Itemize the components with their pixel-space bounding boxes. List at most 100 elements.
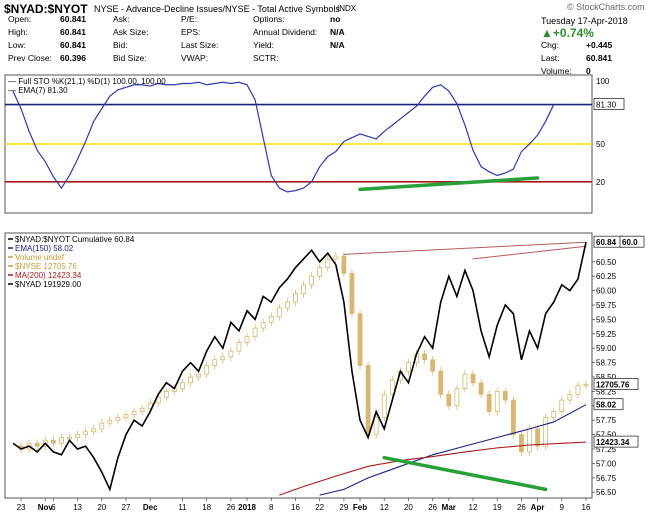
price-tag-label: 12423.34	[596, 438, 630, 447]
y-tick-label: 81.30	[596, 101, 617, 110]
candle-body	[551, 411, 557, 418]
price-tag-label: 60.84	[596, 238, 617, 247]
main-legend-entry: $NYAD:$NYOT Cumulative 60.84	[15, 235, 135, 244]
x-tick-label: 18	[202, 503, 211, 512]
y-tick-label: 58.75	[596, 359, 617, 368]
x-tick-label: 16	[582, 503, 591, 512]
candle-body	[301, 284, 306, 294]
candle-body	[438, 370, 444, 395]
candle-body	[260, 321, 266, 329]
candle-body	[50, 439, 56, 444]
x-tick-label: 12	[469, 503, 478, 512]
main-legend-entry: EMA(150) 58.02	[15, 244, 74, 253]
x-axis: 23 Nov6 13 20 27 Dec 11 18 26 2018 8 16 22 29 Feb 12 20 2…	[17, 498, 591, 512]
candle-body	[220, 356, 226, 361]
x-tick-label: 26	[428, 503, 437, 512]
candle-body	[276, 307, 282, 317]
candle-body	[34, 442, 40, 447]
candle-body	[446, 393, 452, 407]
candle-body	[357, 313, 363, 366]
y-tick-label: 100	[596, 77, 610, 86]
price-tag-label: 12705.76	[596, 381, 630, 390]
candle-body	[268, 316, 274, 323]
candle-body	[567, 393, 573, 401]
x-tick-label: 22	[315, 503, 324, 512]
candle-body	[309, 275, 315, 286]
candle-body	[188, 376, 193, 384]
x-tick-label: 12	[380, 503, 389, 512]
candle-body	[228, 350, 234, 358]
candle-body	[131, 411, 137, 415]
candle-body	[244, 336, 250, 343]
candle-body	[583, 384, 589, 387]
x-tick-label: Mar	[442, 503, 456, 512]
y-tick-label: 60.25	[596, 272, 617, 281]
candle-body	[284, 301, 290, 309]
x-tick-label: 20	[97, 503, 106, 512]
candle-body	[317, 267, 323, 277]
candle-body	[204, 365, 210, 375]
x-tick-label: Feb	[353, 503, 367, 512]
chart-canvas: 20 50 81.30 100 — Full STO %K(21,1) %D(1) 10…	[4, 74, 645, 512]
stochastic-panel: 20 50 81.30 100 — Full STO %K(21,1) %D(1) 10…	[4, 74, 625, 214]
y-tick-label: 60.00	[596, 287, 617, 296]
x-tick-label: 9	[560, 503, 565, 512]
main-legend-entry: MA(200) 12423.34	[15, 271, 82, 280]
candle-body	[196, 373, 202, 378]
candle-body	[341, 255, 347, 274]
y-tick-label: 59.00	[596, 344, 617, 353]
candle-body	[430, 359, 436, 372]
x-tick-label: 13	[73, 503, 82, 512]
candle-body	[535, 428, 540, 447]
candle-body	[381, 393, 387, 418]
candle-body	[575, 385, 581, 395]
x-tick-label: 16	[291, 503, 300, 512]
candle-body	[180, 382, 185, 389]
y-tick-label: 20	[596, 178, 605, 187]
y-tick-label: 59.75	[596, 301, 617, 310]
x-tick-label: 26	[226, 503, 235, 512]
y-tick-label: 60.50	[596, 258, 617, 267]
y-tick-label: 59.25	[596, 330, 617, 339]
candle-body	[139, 408, 145, 412]
candle-body	[462, 373, 468, 389]
y-tick-label: 57.00	[596, 459, 617, 468]
stochastic-legend-entry: — EMA(7) 81.30	[8, 86, 68, 95]
x-tick-label: 19	[493, 503, 502, 512]
candle-body	[99, 422, 105, 430]
y-tick-label: 50	[596, 140, 605, 149]
x-tick-label: 23	[17, 503, 26, 512]
candle-body	[325, 258, 331, 268]
candle-body	[333, 255, 339, 260]
candle-body	[75, 434, 80, 438]
main-legend-entry: $NYAD 191929.00	[15, 280, 82, 289]
candle-body	[236, 342, 242, 352]
candle-body	[422, 353, 427, 361]
y-tick-label: 57.75	[596, 416, 617, 425]
x-tick-label: 29	[339, 503, 348, 512]
candle-body	[83, 431, 89, 436]
x-tick-label: 27	[122, 503, 131, 512]
candle-body	[527, 428, 532, 453]
candle-body	[478, 382, 484, 395]
y-tick-label: 59.50	[596, 315, 617, 324]
candle-body	[67, 437, 72, 440]
x-tick-label: 8	[269, 503, 274, 512]
candle-body	[349, 272, 355, 315]
candle-body	[252, 327, 258, 338]
candle-body	[543, 416, 549, 447]
main-price-panel: 56.5056.7557.0057.2557.5057.7558.0058.25…	[4, 232, 645, 499]
x-tick-label: 6	[51, 503, 56, 512]
candle-body	[365, 365, 371, 436]
candle-body	[486, 393, 492, 412]
candle-body	[406, 362, 411, 372]
x-tick-label: 20	[404, 503, 413, 512]
candle-body	[123, 414, 129, 418]
candle-body	[107, 419, 113, 424]
stochastic-legend-entry: — Full STO %K(21,1) %D(1) 100.00, 100.00	[8, 77, 166, 86]
candle-body	[494, 391, 500, 412]
candle-body	[163, 391, 169, 398]
candle-body	[502, 391, 508, 401]
candle-body	[519, 434, 524, 453]
main-legend-entry: Volume undef	[15, 253, 65, 262]
